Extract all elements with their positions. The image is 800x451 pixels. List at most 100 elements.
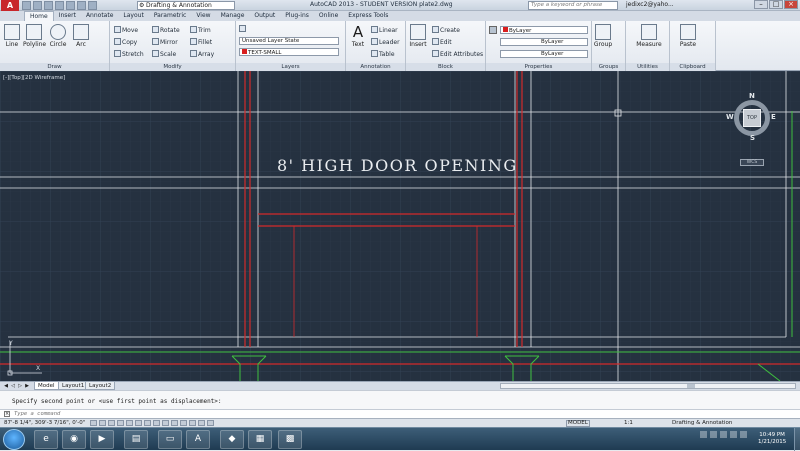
prev-layout-icon[interactable]: ◁ xyxy=(10,383,16,389)
save-icon[interactable] xyxy=(44,1,53,10)
autocad-taskbar-icon[interactable]: A xyxy=(186,430,210,449)
close-button[interactable]: × xyxy=(784,0,798,9)
linetype-select[interactable]: ByLayer xyxy=(500,38,588,46)
tab-plugins[interactable]: Plug-ins xyxy=(280,11,314,21)
linear-dimension-tool[interactable]: Linear xyxy=(371,26,398,34)
first-layout-icon[interactable]: ◀ xyxy=(3,383,9,389)
block-panel-title[interactable]: Block xyxy=(406,63,485,71)
chrome-icon[interactable]: ◉ xyxy=(62,430,86,449)
tab-manage[interactable]: Manage xyxy=(216,11,250,21)
tab-layout1[interactable]: Layout1 xyxy=(58,382,89,390)
grid-display-icon[interactable] xyxy=(108,420,115,426)
polar-tracking-icon[interactable] xyxy=(126,420,133,426)
scale-tool[interactable]: Scale xyxy=(152,50,176,58)
layers-panel-title[interactable]: Layers xyxy=(236,63,345,71)
command-close-icon[interactable]: × xyxy=(4,411,10,417)
tab-home[interactable]: Home xyxy=(24,11,54,21)
tab-insert[interactable]: Insert xyxy=(54,11,81,21)
volume-icon[interactable] xyxy=(740,431,747,438)
move-tool[interactable]: Move xyxy=(114,26,138,34)
copy-tool[interactable]: Copy xyxy=(114,38,137,46)
arc-tool[interactable]: Arc xyxy=(71,24,91,48)
signal-icon[interactable] xyxy=(730,431,737,438)
infer-constraints-icon[interactable] xyxy=(90,420,97,426)
tab-online[interactable]: Online xyxy=(314,11,343,21)
object-snap-icon[interactable] xyxy=(135,420,142,426)
dynamic-ucs-icon[interactable] xyxy=(162,420,169,426)
maximize-button[interactable]: □ xyxy=(769,0,783,9)
compass-south[interactable]: S xyxy=(750,134,755,142)
undo-icon[interactable] xyxy=(77,1,86,10)
compass-west[interactable]: W xyxy=(726,113,734,121)
circle-tool[interactable]: Circle xyxy=(48,24,68,48)
layer-select[interactable]: TEXT-SMALL xyxy=(239,48,339,56)
minimize-button[interactable]: – xyxy=(754,0,768,9)
model-space-toggle[interactable]: MODEL xyxy=(566,420,590,427)
viewport-controls-label[interactable]: [-][Top][2D Wireframe] xyxy=(3,75,65,81)
lineweight-select[interactable]: ByLayer xyxy=(500,50,588,58)
insert-block-tool[interactable]: Insert xyxy=(408,24,428,48)
draw-panel-title[interactable]: Draw xyxy=(0,63,109,71)
new-icon[interactable] xyxy=(22,1,31,10)
viewcube-top-face[interactable]: TOP xyxy=(743,109,761,127)
rotate-tool[interactable]: Rotate xyxy=(152,26,180,34)
text-tool[interactable]: A Text xyxy=(348,24,368,48)
tab-view[interactable]: View xyxy=(191,11,215,21)
polyline-tool[interactable]: Polyline xyxy=(23,24,46,48)
line-tool[interactable]: Line xyxy=(2,24,22,48)
app-icon[interactable]: ▩ xyxy=(278,430,302,449)
match-properties-icon[interactable] xyxy=(489,26,497,34)
show-desktop-button[interactable] xyxy=(794,428,800,451)
open-icon[interactable] xyxy=(33,1,42,10)
network-icon[interactable] xyxy=(700,431,707,438)
quick-properties-icon[interactable] xyxy=(198,420,205,426)
annotation-scale[interactable]: 1:1 xyxy=(624,420,633,426)
tab-annotate[interactable]: Annotate xyxy=(81,11,118,21)
group-tool[interactable]: Group xyxy=(593,24,613,48)
taskbar-clock[interactable]: 10:49 PM 1/21/2015 xyxy=(758,432,786,446)
wcs-menu[interactable]: WCS xyxy=(740,159,764,166)
cursor-coordinates[interactable]: 87'-8 1/4", 309'-3 7/16", 0'-0" xyxy=(4,420,85,426)
annotation-panel-title[interactable]: Annotation xyxy=(346,63,405,71)
compass-north[interactable]: N xyxy=(749,92,755,100)
tab-parametric[interactable]: Parametric xyxy=(149,11,192,21)
transparency-icon[interactable] xyxy=(189,420,196,426)
dynamic-input-icon[interactable] xyxy=(171,420,178,426)
command-input[interactable] xyxy=(14,410,614,418)
table-tool[interactable]: Table xyxy=(371,50,395,58)
stretch-tool[interactable]: Stretch xyxy=(114,50,144,58)
image-viewer-icon[interactable]: ▦ xyxy=(248,430,272,449)
layer-properties-tool[interactable] xyxy=(239,25,247,33)
horizontal-scrollbar[interactable] xyxy=(500,383,796,389)
compass-east[interactable]: E xyxy=(771,113,776,121)
edit-block-tool[interactable]: Edit xyxy=(432,38,452,46)
modify-panel-title[interactable]: Modify xyxy=(110,63,235,71)
utilities-panel-title[interactable]: Utilities xyxy=(626,63,669,71)
pdf-reader-icon[interactable]: ◆ xyxy=(220,430,244,449)
battery-icon[interactable] xyxy=(720,431,727,438)
snap-mode-icon[interactable] xyxy=(99,420,106,426)
lineweight-icon[interactable] xyxy=(180,420,187,426)
workspace-select[interactable]: Drafting & Annotation xyxy=(137,1,235,10)
clipboard-panel-title[interactable]: Clipboard xyxy=(670,63,715,71)
mirror-tool[interactable]: Mirror xyxy=(152,38,178,46)
layer-state-select[interactable]: Unsaved Layer State xyxy=(239,37,339,45)
edit-attributes-tool[interactable]: Edit Attributes xyxy=(432,50,483,58)
fillet-tool[interactable]: Fillet xyxy=(190,38,212,46)
redo-icon[interactable] xyxy=(88,1,97,10)
save-as-icon[interactable] xyxy=(55,1,64,10)
internet-explorer-icon[interactable]: e xyxy=(34,430,58,449)
flag-icon[interactable] xyxy=(710,431,717,438)
plot-icon[interactable] xyxy=(66,1,75,10)
color-select[interactable]: ByLayer xyxy=(500,26,588,34)
last-layout-icon[interactable]: ▶ xyxy=(24,383,30,389)
workspace-switching[interactable]: Drafting & Annotation xyxy=(672,420,732,426)
create-block-tool[interactable]: Create xyxy=(432,26,460,34)
remote-desktop-icon[interactable]: ▭ xyxy=(158,430,182,449)
viewcube[interactable]: TOP N S E W xyxy=(726,92,776,142)
tab-output[interactable]: Output xyxy=(249,11,280,21)
media-player-icon[interactable]: ▶ xyxy=(90,430,114,449)
3d-object-snap-icon[interactable] xyxy=(144,420,151,426)
next-layout-icon[interactable]: ▷ xyxy=(17,383,23,389)
search-input[interactable]: Type a keyword or phrase xyxy=(528,1,618,10)
